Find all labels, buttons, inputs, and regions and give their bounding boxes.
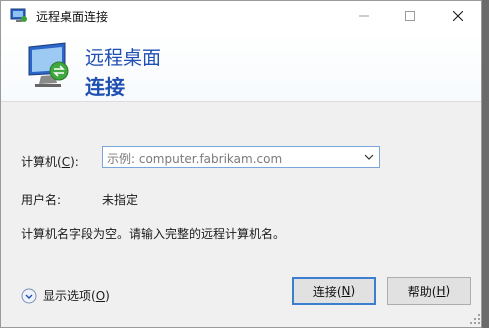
username-label: 用户名: xyxy=(21,193,62,207)
desktop-background xyxy=(482,0,489,328)
connect-button[interactable]: 连接(N) xyxy=(292,277,376,305)
show-options-label: 显示选项(O) xyxy=(43,289,110,303)
show-options-toggle[interactable]: 显示选项(O) xyxy=(21,287,110,304)
validation-message: 计算机名字段为空。请输入完整的远程计算机名。 xyxy=(21,227,286,241)
window-title: 远程桌面连接 xyxy=(36,10,109,24)
banner-title: 远程桌面 xyxy=(85,47,162,69)
computer-placeholder: 示例: computer.fabrikam.com xyxy=(107,152,283,166)
close-icon xyxy=(453,11,463,21)
username-value: 未指定 xyxy=(102,193,139,207)
chevron-down-icon[interactable] xyxy=(362,150,376,164)
remote-desktop-monitor-icon xyxy=(28,42,69,87)
help-button[interactable]: 帮助(H) xyxy=(387,277,471,305)
chevron-circle-down-icon xyxy=(21,288,37,303)
banner-subtitle: 连接 xyxy=(85,75,125,99)
close-button[interactable] xyxy=(435,1,481,31)
computer-combobox[interactable]: 示例: computer.fabrikam.com xyxy=(102,146,380,168)
header-banner: 远程桌面 连接 xyxy=(1,31,481,102)
title-bar[interactable]: 远程桌面连接 xyxy=(1,1,481,31)
remote-desktop-window: 远程桌面连接 远程桌面 连接 计算机(C): 示例: computer.fabr… xyxy=(0,0,482,328)
maximize-icon xyxy=(405,11,415,21)
computer-label: 计算机(C): xyxy=(21,155,79,169)
maximize-button[interactable] xyxy=(387,1,433,31)
minimize-icon xyxy=(359,15,369,17)
minimize-button[interactable] xyxy=(341,1,387,31)
resize-grip-icon[interactable] xyxy=(469,313,481,325)
remote-desktop-icon xyxy=(10,8,27,22)
